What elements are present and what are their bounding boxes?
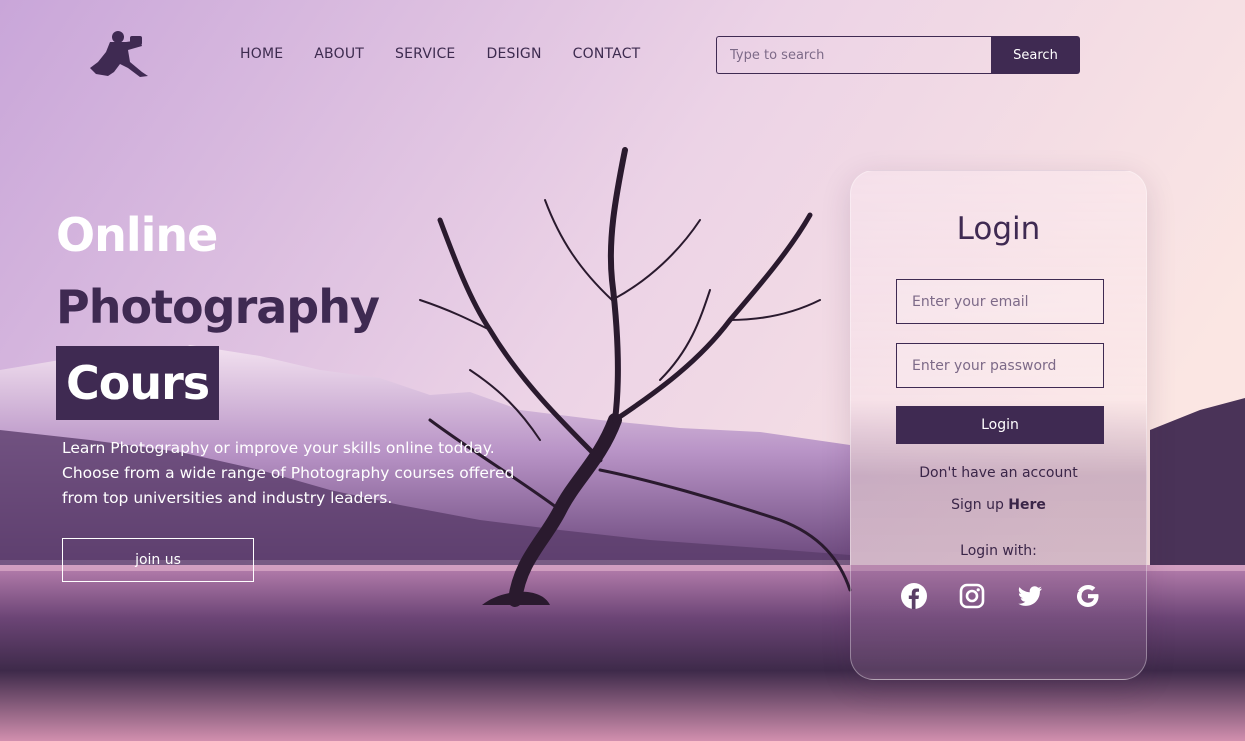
signup-text: Sign up Here xyxy=(851,497,1146,513)
main-nav: HOME ABOUT SERVICE DESIGN CONTACT xyxy=(240,46,640,62)
photographer-silhouette-icon xyxy=(90,31,148,77)
hero-description: Learn Photography or improve your skills… xyxy=(62,439,515,507)
photographer-logo-icon[interactable] xyxy=(86,28,152,80)
nav-item-service[interactable]: SERVICE xyxy=(395,46,455,62)
no-account-text: Don't have an account xyxy=(919,465,1078,481)
instagram-icon[interactable] xyxy=(959,583,985,609)
join-us-button[interactable]: join us xyxy=(62,538,254,582)
nav-item-home[interactable]: HOME xyxy=(240,46,283,62)
login-with-label: Login with: xyxy=(960,543,1037,559)
login-title: Login xyxy=(956,211,1041,247)
login-card: Login Login Don't have an account Sign u… xyxy=(850,170,1147,680)
hero-title-line3: Cours xyxy=(56,346,220,420)
facebook-icon[interactable] xyxy=(901,583,927,609)
google-icon[interactable] xyxy=(1075,583,1101,609)
login-button[interactable]: Login xyxy=(896,406,1104,444)
twitter-icon[interactable] xyxy=(1017,583,1043,609)
search-button[interactable]: Search xyxy=(991,36,1080,74)
nav-item-about[interactable]: ABOUT xyxy=(314,46,364,62)
search-bar: Search xyxy=(716,36,1080,74)
hero-title-line1: Online xyxy=(56,208,218,262)
search-input[interactable] xyxy=(716,36,991,74)
nav-item-contact[interactable]: CONTACT xyxy=(573,46,641,62)
password-field[interactable] xyxy=(896,343,1104,388)
social-login-icons xyxy=(901,583,1101,609)
email-field[interactable] xyxy=(896,279,1104,324)
signup-prefix: Sign up xyxy=(951,497,1004,513)
hero-title-line2: Photography xyxy=(56,280,380,334)
signup-link[interactable]: Here xyxy=(1008,497,1046,513)
nav-item-design[interactable]: DESIGN xyxy=(486,46,541,62)
